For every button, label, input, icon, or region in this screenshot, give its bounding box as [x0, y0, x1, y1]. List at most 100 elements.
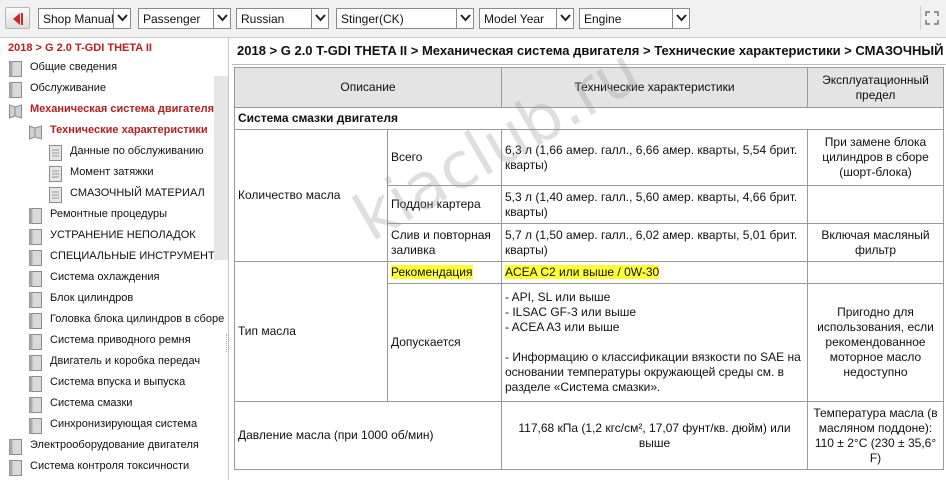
- content-panel: 2018 > G 2.0 T-GDI THETA II > Механическ…: [232, 38, 946, 480]
- drain-limit: Включая масляный фильтр: [807, 223, 944, 262]
- spec-table: Описание Технические характеристики Эксп…: [234, 67, 944, 470]
- book-icon: [29, 397, 42, 413]
- tree-item-service-data[interactable]: Данные по обслуживанию: [49, 143, 214, 164]
- back-button[interactable]: [5, 7, 30, 29]
- table-row: Тип масла Рекомендация ACEA C2 или выше …: [234, 261, 944, 402]
- recommendation-value: ACEA C2 или выше / 0W-30: [501, 261, 808, 284]
- chevron-down-icon[interactable]: [311, 9, 328, 28]
- chevron-down-icon[interactable]: [556, 9, 573, 28]
- open-book-icon: [9, 104, 22, 119]
- list-item: - API, SL или выше: [505, 290, 611, 304]
- oil-qty-label: Количество масла: [234, 129, 388, 262]
- tree-item-timing-system[interactable]: Синхронизирующая система: [29, 416, 214, 437]
- vehicle-type-value: Passenger: [143, 12, 201, 26]
- tree-item-lubricant[interactable]: СМАЗОЧНЫЙ МАТЕРИАЛ: [49, 185, 214, 206]
- pressure-limit: Температура масла (в масляном поддоне): …: [807, 401, 944, 470]
- language-select[interactable]: Russian: [236, 8, 329, 29]
- engine-value: Engine: [584, 12, 622, 26]
- tree-item-maintenance[interactable]: Обслуживание: [9, 80, 214, 101]
- oil-type-label: Тип масла: [234, 261, 388, 402]
- model-year-select[interactable]: Model Year: [479, 8, 574, 29]
- list-item: - ACEA A3 или выше: [505, 320, 620, 334]
- document-icon: [49, 166, 62, 182]
- book-icon: [29, 313, 42, 329]
- total-label: Всего: [387, 129, 502, 186]
- chevron-down-icon[interactable]: [113, 9, 130, 28]
- book-icon: [29, 250, 42, 266]
- language-value: Russian: [241, 12, 285, 26]
- list-item: - ILSAC GF-3 или выше: [505, 305, 637, 319]
- vehicle-type-select[interactable]: Passenger: [138, 8, 231, 29]
- book-icon: [29, 271, 42, 287]
- back-arrow-icon: [13, 13, 20, 25]
- manual-type-select[interactable]: Shop Manual: [38, 8, 131, 29]
- book-icon: [29, 355, 42, 371]
- header-specifications: Технические характеристики: [501, 67, 808, 108]
- chevron-down-icon[interactable]: [456, 9, 473, 28]
- drain-value: 5,7 л (1,50 амер. галл., 6,02 амер. квар…: [501, 223, 808, 262]
- book-icon: [29, 418, 42, 434]
- chevron-down-icon[interactable]: [213, 9, 230, 28]
- fullscreen-button[interactable]: [920, 6, 942, 30]
- section-title: Система смазки двигателя: [234, 107, 944, 130]
- book-icon: [29, 334, 42, 350]
- tree-item-troubleshooting[interactable]: УСТРАНЕНИЕ НЕПОЛАДОК: [29, 227, 214, 248]
- tree-item-torque[interactable]: Момент затяжки: [49, 164, 214, 185]
- model-year-value: Model Year: [484, 12, 545, 26]
- tree-item-special-tools[interactable]: СПЕЦИАЛЬНЫЕ ИНСТРУМЕНТЫ: [29, 248, 224, 269]
- table-header-row: Описание Технические характеристики Эксп…: [234, 67, 944, 108]
- allowed-limit: Пригодно для использования, если рекомен…: [807, 283, 944, 402]
- tree-item-intake-exhaust[interactable]: Система впуска и выпуска: [29, 374, 214, 395]
- sae-note: - Информацию о классификации вязкости по…: [505, 350, 801, 394]
- tree-item-engine-electrical[interactable]: Электрооборудование двигателя: [9, 437, 214, 458]
- model-select[interactable]: Stinger(CK): [336, 8, 474, 29]
- book-icon: [9, 61, 22, 77]
- sidebar-tree: 2018 > G 2.0 T-GDI THETA II Общие сведен…: [0, 38, 229, 480]
- tree-item-drive-belt[interactable]: Система приводного ремня: [29, 332, 214, 353]
- table-row: Давление масла (при 1000 об/мин) 117,68 …: [234, 401, 944, 470]
- table-row: Количество масла Всего 6,3 л (1,66 амер.…: [234, 129, 944, 262]
- drain-label: Слив и повторная заливка: [387, 223, 502, 262]
- sidebar-scrollbar[interactable]: [214, 76, 228, 260]
- allowed-value: - API, SL или выше - ILSAC GF-3 или выше…: [501, 283, 808, 402]
- model-value: Stinger(CK): [341, 12, 404, 26]
- resize-grip-icon[interactable]: [226, 334, 228, 352]
- chevron-down-icon[interactable]: [672, 9, 689, 28]
- book-icon: [29, 292, 42, 308]
- tree-item-cooling-system[interactable]: Система охлаждения: [29, 269, 214, 290]
- pan-label: Поддон картера: [387, 185, 502, 224]
- book-icon: [9, 82, 22, 98]
- manual-type-value: Shop Manual: [43, 12, 114, 26]
- tree-item-emission-control[interactable]: Система контроля токсичности: [9, 458, 214, 479]
- header-limit: Эксплуатационный предел: [807, 67, 944, 108]
- document-icon: [49, 145, 62, 161]
- pressure-value: 117,68 кПа (1,2 кгс/см², 17,07 фунт/кв. …: [501, 401, 808, 470]
- allowed-label: Допускается: [387, 283, 502, 402]
- expand-icon: [925, 11, 939, 25]
- book-icon: [9, 439, 22, 455]
- open-book-icon: [29, 125, 42, 140]
- pan-value: 5,3 л (1,40 амер. галл., 5,60 амер. квар…: [501, 185, 808, 224]
- book-icon: [29, 208, 42, 224]
- tree-item-engine-mechanical[interactable]: Механическая система двигателя: [9, 101, 214, 122]
- toolbar: Shop Manual Passenger Russian Stinger(CK…: [0, 0, 946, 38]
- table-row: Система смазки двигателя: [234, 107, 944, 130]
- tree-item-cylinder-block[interactable]: Блок цилиндров: [29, 290, 214, 311]
- book-icon: [29, 229, 42, 245]
- book-icon: [29, 376, 42, 392]
- recommendation-label: Рекомендация: [387, 261, 502, 284]
- tree-item-general[interactable]: Общие сведения: [9, 59, 214, 80]
- tree-item-engine-transmission[interactable]: Двигатель и коробка передач: [29, 353, 214, 374]
- tree-item-cylinder-head[interactable]: Головка блока цилиндров в сборе: [29, 311, 224, 332]
- tree-item-repair-procedures[interactable]: Ремонтные процедуры: [29, 206, 214, 227]
- tree-item-lubrication-system[interactable]: Система смазки: [29, 395, 214, 416]
- pressure-label: Давление масла (при 1000 об/мин): [234, 401, 502, 470]
- book-icon: [9, 460, 22, 476]
- document-icon: [49, 187, 62, 203]
- breadcrumb: 2018 > G 2.0 T-GDI THETA II > Механическ…: [237, 43, 945, 58]
- total-limit: При замене блока цилиндров в сборе (шорт…: [807, 129, 944, 186]
- total-value: 6,3 л (1,66 амер. галл., 6,66 амер. квар…: [501, 129, 808, 186]
- engine-select[interactable]: Engine: [579, 8, 690, 29]
- tree-item-specifications[interactable]: Технические характеристики: [29, 122, 214, 143]
- header-description: Описание: [234, 67, 502, 108]
